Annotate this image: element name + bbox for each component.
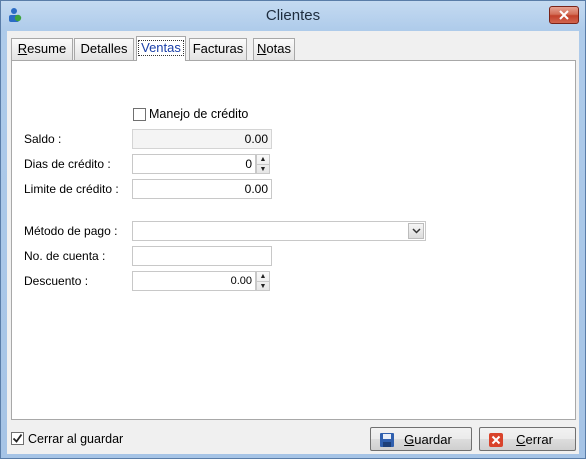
saldo-field: 0.00 (132, 129, 272, 149)
close-icon (559, 10, 569, 20)
window-title: Clientes (265, 7, 321, 24)
manejo-credito-checkbox[interactable] (133, 108, 146, 121)
guardar-mnemonic: G (404, 432, 415, 447)
limite-credito-label: Limite de crédito : (24, 182, 119, 196)
guardar-label-rest: uardar (414, 432, 452, 447)
descuento-label: Descuento : (24, 274, 89, 288)
dias-credito-spinner[interactable]: ▲ ▼ (256, 154, 270, 174)
tab-facturas-label: Facturas (192, 41, 244, 56)
guardar-label: Guardar (371, 432, 471, 447)
tab-resume-mnemonic: R (17, 41, 28, 56)
spin-down-icon[interactable]: ▼ (257, 164, 269, 173)
tab-notas-mnemonic: N (257, 41, 267, 56)
tab-detalles[interactable]: Detalles (74, 38, 134, 60)
tab-detalles-label: Detalles (80, 41, 128, 56)
cerrar-al-guardar-label[interactable]: Cerrar al guardar (28, 432, 123, 446)
ventas-panel: Manejo de crédito Saldo : 0.00 Dias de c… (11, 60, 576, 420)
no-cuenta-label: No. de cuenta : (24, 249, 106, 263)
title-bar[interactable]: Clientes (1, 1, 585, 31)
tab-ventas-label: Ventas (138, 40, 184, 56)
dias-credito-label: Dias de crédito : (24, 157, 111, 171)
saldo-label: Saldo : (24, 132, 62, 146)
metodo-pago-select[interactable] (132, 221, 426, 241)
dias-credito-input[interactable]: 0 (132, 154, 256, 174)
descuento-input[interactable]: 0.00 (132, 271, 256, 291)
chevron-down-icon[interactable] (408, 223, 424, 239)
cerrar-button[interactable]: Cerrar (479, 427, 576, 451)
limite-credito-input[interactable]: 0.00 (132, 179, 272, 199)
tab-resume[interactable]: Resume (11, 38, 73, 60)
tab-facturas[interactable]: Facturas (189, 38, 247, 60)
clientes-window: Clientes Resume Detalles Ventas Facturas… (0, 0, 586, 459)
cerrar-al-guardar-checkbox[interactable] (11, 432, 24, 445)
tab-resume-label: esume (27, 41, 67, 56)
spin-down-icon[interactable]: ▼ (257, 281, 269, 290)
close-button[interactable] (549, 6, 579, 24)
spin-up-icon[interactable]: ▲ (257, 272, 269, 281)
tab-notas-label: otas (266, 41, 291, 56)
descuento-spinner[interactable]: ▲ ▼ (256, 271, 270, 291)
metodo-pago-label: Método de pago : (24, 224, 118, 238)
guardar-button[interactable]: Guardar (370, 427, 472, 451)
manejo-credito-label[interactable]: Manejo de crédito (149, 107, 248, 121)
client-area: Resume Detalles Ventas Facturas Notas Ma… (7, 31, 579, 454)
no-cuenta-input[interactable] (132, 246, 272, 266)
spin-up-icon[interactable]: ▲ (257, 155, 269, 164)
cerrar-label-rest: errar (525, 432, 553, 447)
tab-notas[interactable]: Notas (253, 38, 295, 60)
cerrar-label: Cerrar (480, 432, 575, 447)
checkmark-icon (12, 433, 23, 443)
tab-ventas[interactable]: Ventas (136, 36, 186, 61)
